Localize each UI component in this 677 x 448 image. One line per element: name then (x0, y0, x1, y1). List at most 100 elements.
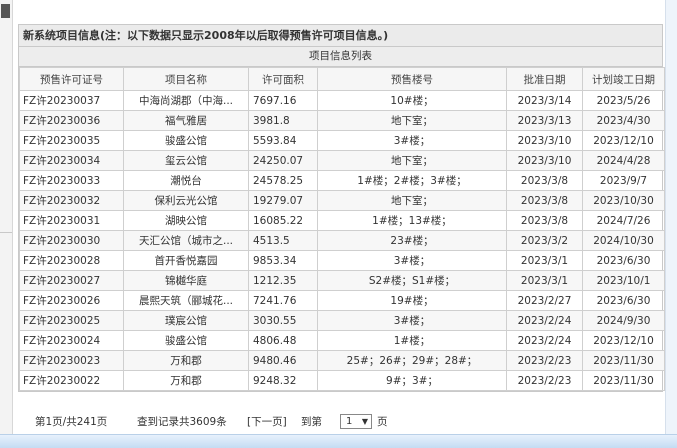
cell-completion-date: 2023/9/7 (582, 170, 665, 191)
cell-area: 4513.5 (248, 230, 318, 251)
cell-building-no: 10#楼； (317, 90, 507, 111)
cell-project-name[interactable]: 湖映公馆 (123, 210, 249, 231)
table-row: FZ许20230030 天汇公馆（城市之... 4513.5 23#楼； 2023/3/… (19, 230, 665, 251)
cell-area: 16085.22 (248, 210, 318, 231)
cell-completion-date: 2023/11/30 (582, 350, 665, 371)
cell-license-no: FZ许20230028 (19, 250, 124, 271)
cell-project-name[interactable]: 保利云光公馆 (123, 190, 249, 211)
cell-project-name[interactable]: 万和郡 (123, 370, 249, 391)
cell-completion-date: 2024/9/30 (582, 310, 665, 331)
cell-approval-date: 2023/3/1 (506, 250, 583, 271)
cell-completion-date: 2024/10/30 (582, 230, 665, 251)
cell-completion-date: 2023/6/30 (582, 250, 665, 271)
header-project-name: 项目名称 (123, 67, 249, 91)
cell-building-no: 地下室； (317, 150, 507, 171)
cell-project-name[interactable]: 骏盛公馆 (123, 130, 249, 151)
cell-approval-date: 2023/3/10 (506, 150, 583, 171)
table-row: FZ许20230025 璞宸公馆 3030.55 3#楼； 2023/2/24 2024/… (19, 310, 665, 331)
table-header-row: 预售许可证号 项目名称 许可面积 预售楼号 批准日期 计划竣工日期 (19, 67, 665, 91)
cell-area: 24250.07 (248, 150, 318, 171)
cell-building-no: 1#楼；2#楼；3#楼； (317, 170, 507, 191)
cell-completion-date: 2023/10/1 (582, 270, 665, 291)
cell-approval-date: 2023/2/23 (506, 370, 583, 391)
cell-building-no: 3#楼； (317, 130, 507, 151)
table-row: FZ许20230033 潮悦台 24578.25 1#楼；2#楼；3#楼； 2023/3… (19, 170, 665, 191)
cell-approval-date: 2023/2/24 (506, 330, 583, 351)
cell-building-no: 3#楼； (317, 310, 507, 331)
cell-area: 9480.46 (248, 350, 318, 371)
cell-area: 1212.35 (248, 270, 318, 291)
cell-area: 3981.8 (248, 110, 318, 131)
project-info-panel: 新系统项目信息(注：以下数据只显示2008年以后取得预售许可项目信息。) 项目信… (18, 24, 665, 392)
cell-completion-date: 2024/7/26 (582, 210, 665, 231)
cell-project-name[interactable]: 锦樾华庭 (123, 270, 249, 291)
cell-building-no: 1#楼；13#楼； (317, 210, 507, 231)
cell-license-no: FZ许20230025 (19, 310, 124, 331)
cell-approval-date: 2023/2/27 (506, 290, 583, 311)
record-info: 查到记录共3609条 (137, 416, 227, 428)
cell-building-no: 地下室； (317, 190, 507, 211)
cell-area: 9853.34 (248, 250, 318, 271)
table-row: FZ许20230023 万和郡 9480.46 25#；26#；29#；28#； 202… (19, 350, 665, 371)
table-row: FZ许20230028 首开香悦嘉园 9853.34 3#楼； 2023/3/1 2023… (19, 250, 665, 271)
cell-project-name[interactable]: 晨熙天筑（郦城花... (123, 290, 249, 311)
header-license-no: 预售许可证号 (19, 67, 124, 91)
cell-building-no: 23#楼； (317, 230, 507, 251)
bottom-frame-bar (0, 434, 677, 448)
cell-project-name[interactable]: 潮悦台 (123, 170, 249, 191)
page-suffix: 页 (377, 416, 388, 428)
cell-license-no: FZ许20230032 (19, 190, 124, 211)
cell-project-name[interactable]: 玺云公馆 (123, 150, 249, 171)
cell-license-no: FZ许20230023 (19, 350, 124, 371)
cell-license-no: FZ许20230026 (19, 290, 124, 311)
panel-title: 新系统项目信息(注：以下数据只显示2008年以后取得预售许可项目信息。) (19, 25, 662, 47)
cell-completion-date: 2024/4/28 (582, 150, 665, 171)
cell-approval-date: 2023/3/13 (506, 110, 583, 131)
left-frame-divider (0, 232, 12, 233)
cell-area: 3030.55 (248, 310, 318, 331)
cell-area: 7241.76 (248, 290, 318, 311)
cell-area: 9248.32 (248, 370, 318, 391)
cell-approval-date: 2023/3/8 (506, 170, 583, 191)
cell-approval-date: 2023/3/1 (506, 270, 583, 291)
cell-area: 19279.07 (248, 190, 318, 211)
cell-completion-date: 2023/5/26 (582, 90, 665, 111)
table-body: FZ许20230037 中海尚湖郡（中海... 7697.16 10#楼； 2023/3… (19, 90, 665, 391)
cell-building-no: 9#；3#； (317, 370, 507, 391)
cell-building-no: S2#楼；S1#楼； (317, 270, 507, 291)
cell-license-no: FZ许20230030 (19, 230, 124, 251)
list-title: 项目信息列表 (19, 47, 662, 67)
cell-completion-date: 2023/6/30 (582, 290, 665, 311)
cell-project-name[interactable]: 首开香悦嘉园 (123, 250, 249, 271)
cell-project-name[interactable]: 万和郡 (123, 350, 249, 371)
cell-project-name[interactable]: 天汇公馆（城市之... (123, 230, 249, 251)
cell-completion-date: 2023/11/30 (582, 370, 665, 391)
cell-approval-date: 2023/3/14 (506, 90, 583, 111)
cell-approval-date: 2023/3/8 (506, 210, 583, 231)
table-row: FZ许20230026 晨熙天筑（郦城花... 7241.76 19#楼； 2023/2… (19, 290, 665, 311)
cell-approval-date: 2023/2/24 (506, 310, 583, 331)
project-table: 预售许可证号 项目名称 许可面积 预售楼号 批准日期 计划竣工日期 FZ许202… (19, 67, 665, 391)
cell-license-no: FZ许20230024 (19, 330, 124, 351)
cell-approval-date: 2023/3/2 (506, 230, 583, 251)
cell-building-no: 3#楼； (317, 250, 507, 271)
cell-project-name[interactable]: 骏盛公馆 (123, 330, 249, 351)
left-frame-handle (1, 4, 10, 18)
cell-area: 5593.84 (248, 130, 318, 151)
next-page-link[interactable]: [下一页] (247, 413, 287, 431)
cell-approval-date: 2023/3/10 (506, 130, 583, 151)
cell-approval-date: 2023/3/8 (506, 190, 583, 211)
cell-building-no: 19#楼； (317, 290, 507, 311)
cell-license-no: FZ许20230035 (19, 130, 124, 151)
cell-completion-date: 2023/10/30 (582, 190, 665, 211)
cell-completion-date: 2023/4/30 (582, 110, 665, 131)
chevron-down-icon: ▼ (361, 417, 368, 426)
cell-license-no: FZ许20230036 (19, 110, 124, 131)
cell-project-name[interactable]: 福气雅居 (123, 110, 249, 131)
cell-building-no: 地下室； (317, 110, 507, 131)
page-select[interactable]: 1 ▼ (340, 414, 372, 429)
table-row: FZ许20230024 骏盛公馆 4806.48 1#楼； 2023/2/24 2023/… (19, 330, 665, 351)
cell-project-name[interactable]: 中海尚湖郡（中海... (123, 90, 249, 111)
cell-building-no: 1#楼； (317, 330, 507, 351)
cell-project-name[interactable]: 璞宸公馆 (123, 310, 249, 331)
